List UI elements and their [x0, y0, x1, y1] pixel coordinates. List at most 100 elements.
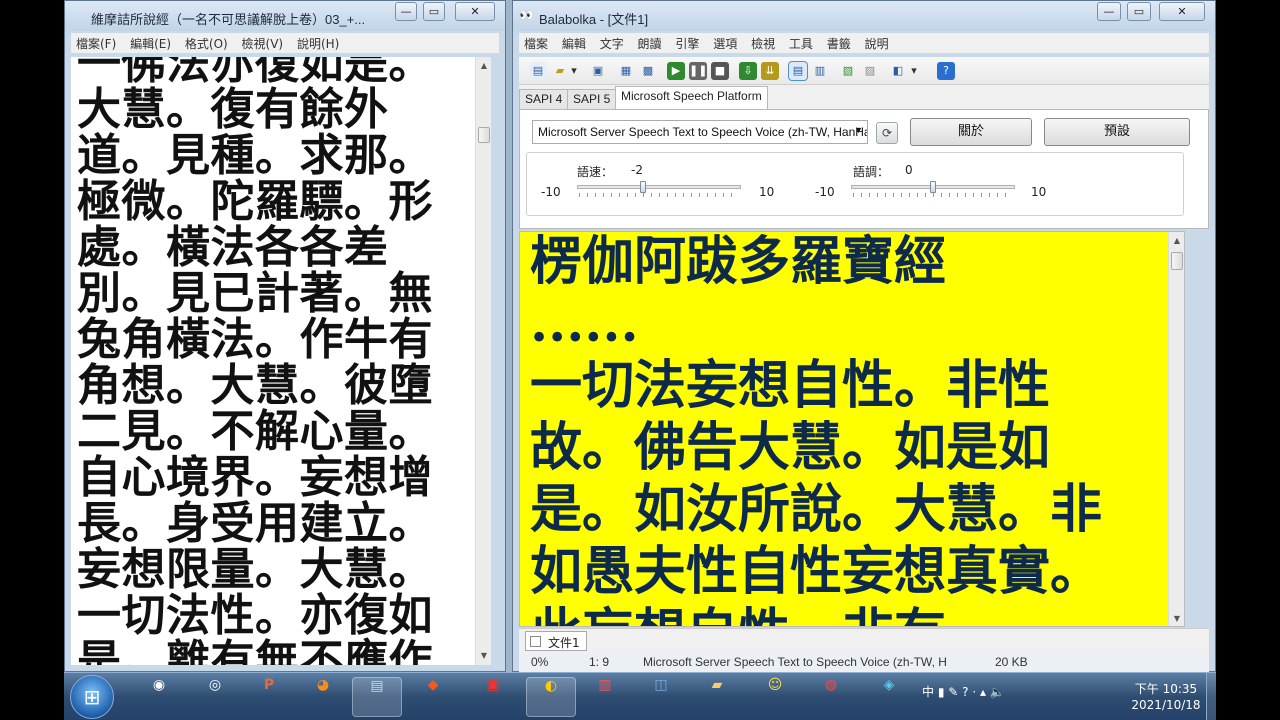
system-tray: 中 ▮ ✎ ? · ▴ 🔈 — [922, 683, 1005, 711]
about-button[interactable]: 關於 — [910, 118, 1032, 146]
vertical-scrollbar[interactable]: ▲ ▼ — [475, 57, 491, 665]
help-icon[interactable]: ? — [937, 62, 955, 80]
print-preview-icon[interactable]: ▩ — [639, 62, 657, 80]
vertical-scrollbar[interactable]: ▲ ▼ — [1168, 232, 1184, 626]
open-dropdown-icon[interactable]: ▾ — [569, 62, 579, 80]
minimize-button[interactable]: — — [395, 2, 417, 21]
menu-speech[interactable]: 朗讀 — [633, 33, 667, 54]
menu-help[interactable]: 說明(H) — [292, 33, 344, 54]
play-icon[interactable]: ▶ — [667, 62, 685, 80]
view-dual-icon[interactable]: ▥ — [811, 62, 829, 80]
print-icon[interactable]: ▦ — [617, 62, 635, 80]
close-button[interactable]: ✕ — [455, 2, 495, 21]
pitch-slider-thumb[interactable] — [930, 181, 936, 193]
windows-explorer-icon[interactable]: ◉ — [134, 677, 184, 717]
menu-options[interactable]: 選項 — [708, 33, 742, 54]
stop-icon[interactable]: ■ — [711, 62, 729, 80]
brave-icon[interactable]: ◆ — [408, 677, 458, 717]
menu-bookmarks[interactable]: 書籤 — [822, 33, 856, 54]
firefox-icon[interactable]: ◕ — [298, 677, 348, 717]
menu-file[interactable]: 檔案(F) — [71, 33, 121, 54]
tab-microsoft-speech-platform[interactable]: Microsoft Speech Platform — [615, 86, 768, 109]
menu-engine[interactable]: 引擎 — [670, 33, 704, 54]
scroll-thumb[interactable] — [1171, 252, 1183, 270]
media-player-icon[interactable]: ◎ — [190, 677, 240, 717]
emoji-icon[interactable]: ☺ — [750, 677, 800, 717]
status-voice: Microsoft Server Speech Text to Speech V… — [643, 655, 947, 669]
view-text-icon[interactable]: ▤ — [788, 61, 808, 81]
app-icon[interactable]: ◈ — [864, 677, 914, 717]
tab-sapi4[interactable]: SAPI 4 — [519, 89, 569, 109]
chevron-down-icon: ▼ — [854, 125, 863, 135]
clipboard-icon[interactable]: ▧ — [839, 62, 857, 80]
maximize-button[interactable]: ▭ — [1127, 2, 1151, 21]
pdf-icon[interactable]: ▣ — [468, 677, 518, 717]
menu-help[interactable]: 說明 — [860, 33, 894, 54]
tab-sapi5[interactable]: SAPI 5 — [567, 89, 617, 109]
voice-dropdown-icon[interactable]: ▾ — [909, 62, 919, 80]
ime-indicator[interactable]: 中 — [922, 685, 934, 699]
scroll-thumb[interactable] — [478, 127, 490, 143]
scroll-down-icon[interactable]: ▼ — [477, 649, 491, 663]
menu-view[interactable]: 檢視 — [746, 33, 780, 54]
save-icon[interactable]: ▣ — [589, 62, 607, 80]
clock[interactable]: 下午 10:35 2021/10/18 — [1124, 681, 1208, 713]
pitch-max-label: 10 — [1031, 185, 1047, 199]
close-button[interactable]: ✕ — [1159, 2, 1205, 21]
open-icon[interactable]: ▰ — [551, 62, 569, 80]
tray-icons[interactable]: ▮ ✎ ? · ▴ 🔈 — [938, 685, 1005, 699]
menu-text[interactable]: 文字 — [595, 33, 629, 54]
defaults-button[interactable]: 預設 — [1044, 118, 1190, 146]
scroll-up-icon[interactable]: ▲ — [1170, 234, 1184, 248]
pitch-min-label: -10 — [815, 185, 835, 199]
show-desktop-button[interactable] — [1206, 673, 1216, 720]
start-button[interactable]: ⊞ — [70, 675, 114, 719]
refresh-icon[interactable]: ⟳ — [876, 122, 898, 144]
menu-file[interactable]: 檔案 — [519, 33, 553, 54]
menu-format[interactable]: 格式(O) — [180, 33, 233, 54]
title-bar[interactable]: 👀 Balabolka - [文件1] — ▭ ✕ — [513, 1, 1215, 31]
pause-icon[interactable]: ❚❚ — [689, 62, 707, 80]
export-split-icon[interactable]: ⇊ — [761, 62, 779, 80]
photos-icon[interactable]: ▥ — [580, 677, 630, 717]
rate-slider-track — [577, 185, 741, 189]
text-editor[interactable]: 楞伽阿跋多羅寶經 ...... 一切法妄想自性。非性故。佛告大慧。如是如是。如汝… — [519, 231, 1185, 627]
editor-text: 楞伽阿跋多羅寶經 ...... 一切法妄想自性。非性故。佛告大慧。如是如是。如汝… — [530, 231, 1103, 626]
balabolka-icon[interactable]: ◐ — [526, 677, 576, 717]
clock-date: 2021/10/18 — [1131, 698, 1201, 712]
document-tabs: 文件1 — [519, 628, 1209, 652]
spell-icon[interactable]: ▨ — [861, 62, 879, 80]
rate-slider-ticks — [579, 193, 739, 197]
menu-view[interactable]: 檢視(V) — [237, 33, 289, 54]
menu-tools[interactable]: 工具 — [784, 33, 818, 54]
window-title: Balabolka - [文件1] — [539, 12, 649, 27]
taskbar: ⊞ ◉ ◎ P ◕ ▤ ◆ ▣ ◐ ▥ ◫ ▰ ☺ ◍ ◈ 中 ▮ ✎ ? · … — [64, 672, 1216, 720]
voice-icon[interactable]: ◧ — [889, 62, 907, 80]
maximize-button[interactable]: ▭ — [423, 2, 445, 21]
document-text: 一佛法亦復如是。大慧。復有餘外道。見種。求那。極微。陀羅驃。形處。橫法各各差別。… — [77, 57, 433, 665]
network-icon[interactable]: ◫ — [636, 677, 686, 717]
document-tab-label: 文件1 — [548, 636, 580, 650]
notepad-icon[interactable]: ▤ — [352, 677, 402, 717]
menu-edit[interactable]: 編輯 — [557, 33, 591, 54]
scroll-down-icon[interactable]: ▼ — [1170, 612, 1184, 626]
menu-edit[interactable]: 編輯(E) — [125, 33, 176, 54]
status-percent: 0% — [531, 655, 549, 669]
voice-select[interactable]: Microsoft Server Speech Text to Speech V… — [532, 120, 868, 144]
chrome-icon[interactable]: ◍ — [806, 677, 856, 717]
new-icon[interactable]: ▤ — [529, 62, 547, 80]
window-title: 維摩詰所說經（一名不可思議解脫上卷）03_+... — [91, 12, 366, 27]
pitch-slider-ticks — [853, 193, 1013, 197]
rate-slider-thumb[interactable] — [639, 181, 646, 193]
minimize-button[interactable]: — — [1097, 2, 1121, 21]
document-tab[interactable]: 文件1 — [525, 631, 587, 651]
folder-icon[interactable]: ▰ — [692, 677, 742, 717]
scroll-up-icon[interactable]: ▲ — [477, 59, 491, 73]
status-size: 20 KB — [995, 655, 1028, 669]
document-checkbox[interactable] — [530, 636, 541, 647]
text-area[interactable]: 一佛法亦復如是。大慧。復有餘外道。見種。求那。極微。陀羅驃。形處。橫法各各差別。… — [71, 57, 491, 665]
export-icon[interactable]: ⇩ — [739, 62, 757, 80]
powerpoint-icon[interactable]: P — [244, 677, 294, 717]
title-bar[interactable]: 維摩詰所說經（一名不可思議解脫上卷）03_+... — ▭ ✕ — [65, 1, 505, 31]
balabolka-logo-icon: 👀 — [519, 8, 534, 22]
